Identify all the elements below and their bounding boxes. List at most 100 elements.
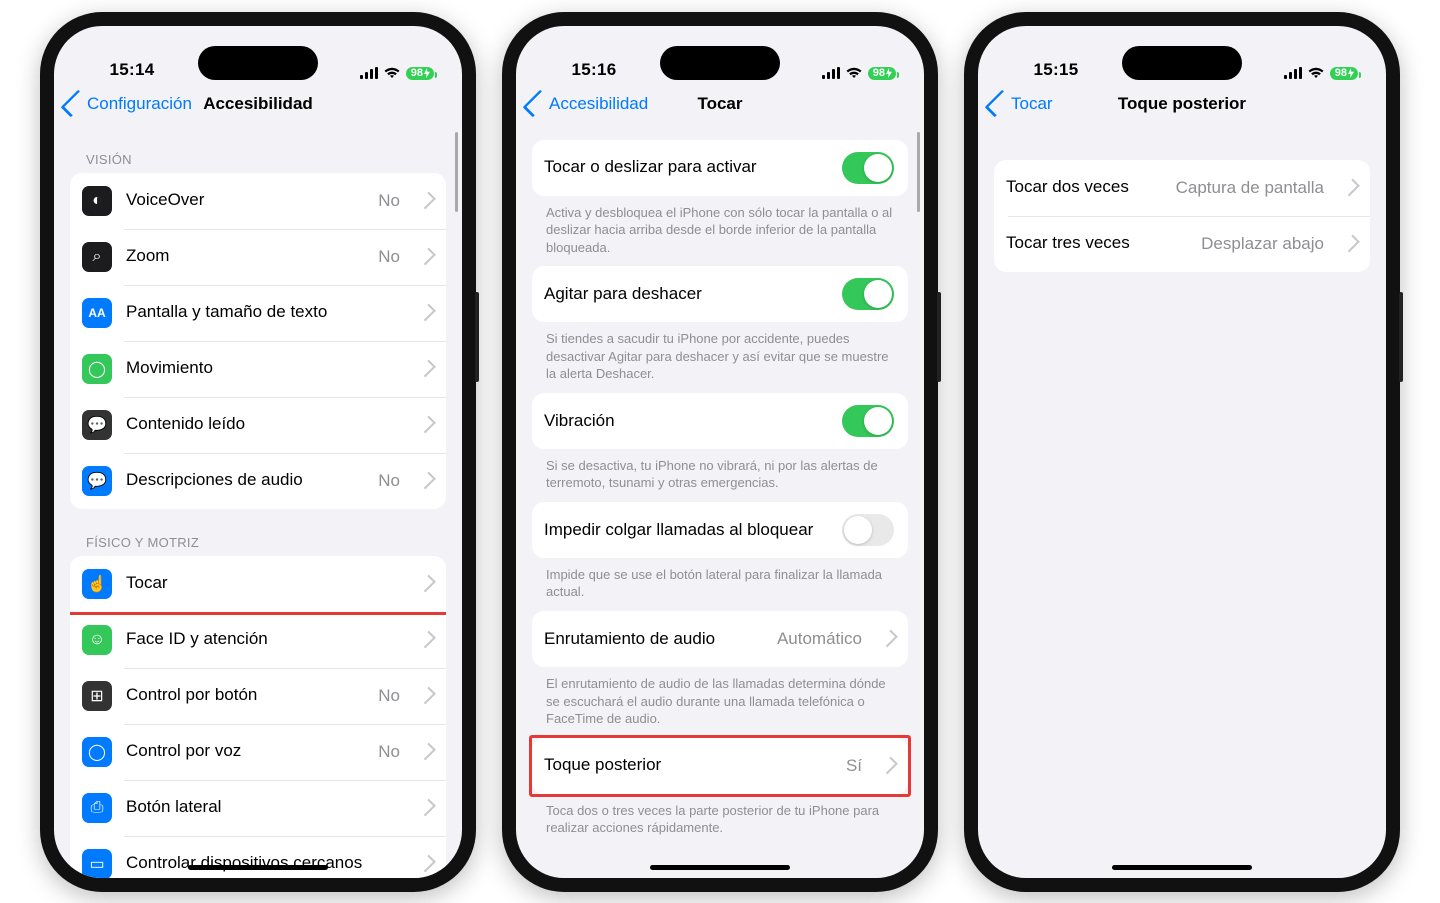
scroll-indicator[interactable] [917,132,920,212]
chevron-right-icon [418,855,436,873]
nav-bar: Accesibilidad Tocar [516,82,924,126]
chevron-right-icon [418,472,436,490]
home-indicator[interactable] [1112,865,1252,870]
toggle-prevent-lock-end[interactable] [842,514,894,546]
toggle-vibration[interactable] [842,405,894,437]
footer-text: Impide que se use el botón lateral para … [532,558,908,601]
status-time: 15:15 [1006,60,1106,80]
row-label: Agitar para deshacer [544,284,828,304]
spoken-content-icon: 💬 [82,410,112,440]
row-label: Movimiento [126,358,400,378]
chevron-right-icon [418,360,436,378]
section-physical: ☝ Tocar ☺ Face ID y atención ⊞ Control p… [70,556,446,878]
voice-control-icon: ◯ [82,737,112,767]
wifi-icon [845,67,863,79]
row-value: Captura de pantalla [1176,178,1324,198]
status-time: 15:14 [82,60,182,80]
dynamic-island [660,46,780,80]
row-motion[interactable]: ◯ Movimiento [70,341,446,397]
row-label: Zoom [126,246,364,266]
row-value: Automático [777,629,862,649]
side-button-hardware [1399,292,1403,382]
row-label: Tocar [126,573,400,593]
row-side-button[interactable]: ⎙ Botón lateral [70,780,446,836]
row-touch[interactable]: ☝ Tocar [70,556,446,612]
footer-text: Si tiendes a sacudir tu iPhone por accid… [532,322,908,383]
row-label: Face ID y atención [126,629,400,649]
chevron-left-icon [523,90,551,118]
row-triple-tap[interactable]: Tocar tres veces Desplazar abajo [994,216,1370,272]
row-display-text-size[interactable]: AA Pantalla y tamaño de texto [70,285,446,341]
row-value: No [378,686,400,706]
row-audio-routing[interactable]: Enrutamiento de audio Automático [532,611,908,667]
row-spoken-content[interactable]: 💬 Contenido leído [70,397,446,453]
row-switch-control[interactable]: ⊞ Control por botón No [70,668,446,724]
audio-descriptions-icon: 💬 [82,466,112,496]
footer-text: Activa y desbloquea el iPhone con sólo t… [532,196,908,257]
chevron-right-icon [1342,235,1360,253]
chevron-right-icon [880,630,898,648]
home-indicator[interactable] [188,865,328,870]
iphone-mock-3: 15:15 98 Tocar Toque posterior Tocar dos… [964,12,1400,892]
row-vibration[interactable]: Vibración [532,393,908,449]
nearby-devices-icon: ▭ [82,849,112,878]
scroll-indicator[interactable] [455,132,458,212]
iphone-mock-2: 15:16 98 Accesibilidad Tocar Tocar o des… [502,12,938,892]
nav-back-button[interactable]: Accesibilidad [524,91,648,116]
aa-icon: AA [82,298,112,328]
row-label: Contenido leído [126,414,400,434]
chevron-right-icon [418,416,436,434]
highlight-touch-row: ☝ Tocar [70,556,446,615]
row-back-tap[interactable]: Toque posterior Sí [532,738,908,794]
nav-back-button[interactable]: Tocar [986,91,1053,116]
row-prevent-lock-end[interactable]: Impedir colgar llamadas al bloquear [532,502,908,558]
row-zoom[interactable]: ⌕ Zoom No [70,229,446,285]
row-label: Control por voz [126,741,364,761]
row-value: No [378,191,400,211]
toggle-touch-wake[interactable] [842,152,894,184]
row-touch-wake[interactable]: Tocar o deslizar para activar [532,140,908,196]
row-label: Controlar dispositivos cercanos [126,853,400,873]
row-value: No [378,471,400,491]
row-faceid-attention[interactable]: ☺ Face ID y atención [70,612,446,668]
section-vision: ◐ VoiceOver No ⌕ Zoom No AA Pantalla y t… [70,173,446,509]
row-double-tap[interactable]: Tocar dos veces Captura de pantalla [994,160,1370,216]
chevron-right-icon [418,687,436,705]
row-shake-undo[interactable]: Agitar para deshacer [532,266,908,322]
chevron-right-icon [418,631,436,649]
iphone-mock-1: 15:14 98 Configuración Accesibilidad VIS… [40,12,476,892]
battery-icon: 98 [868,67,896,80]
row-value: No [378,247,400,267]
cellular-signal-icon [822,67,840,79]
cellular-signal-icon [360,67,378,79]
nav-back-button[interactable]: Configuración [62,91,192,116]
row-label: Pantalla y tamaño de texto [126,302,400,322]
chevron-right-icon [418,743,436,761]
row-label: Enrutamiento de audio [544,629,763,649]
highlight-back-tap-row: Toque posterior Sí [529,735,911,797]
row-control-nearby[interactable]: ▭ Controlar dispositivos cercanos [70,836,446,878]
nav-back-label: Accesibilidad [549,94,648,114]
dynamic-island [198,46,318,80]
row-label: Descripciones de audio [126,470,364,490]
toggle-shake-undo[interactable] [842,278,894,310]
chevron-right-icon [1342,179,1360,197]
row-audio-descriptions[interactable]: 💬 Descripciones de audio No [70,453,446,509]
row-voiceover[interactable]: ◐ VoiceOver No [70,173,446,229]
cellular-signal-icon [1284,67,1302,79]
chevron-left-icon [985,90,1013,118]
footer-text: Si se desactiva, tu iPhone no vibrará, n… [532,449,908,492]
chevron-right-icon [418,248,436,266]
chevron-right-icon [418,304,436,322]
home-indicator[interactable] [650,865,790,870]
row-label: VoiceOver [126,190,364,210]
battery-icon: 98 [406,67,434,80]
nav-bar: Configuración Accesibilidad [54,82,462,126]
chevron-right-icon [880,757,898,775]
row-voice-control[interactable]: ◯ Control por voz No [70,724,446,780]
footer-text: Toca dos o tres veces la parte posterior… [532,794,908,837]
row-label: Vibración [544,411,828,431]
section-header-physical: FÍSICO Y MOTRIZ [70,509,446,556]
row-label: Tocar dos veces [1006,177,1162,197]
chevron-left-icon [61,90,89,118]
